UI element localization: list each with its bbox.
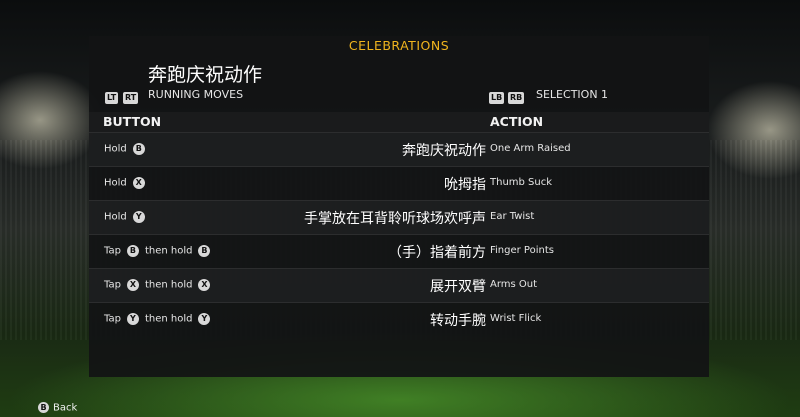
x-button-icon: X: [126, 279, 139, 291]
b-button-icon: B: [198, 245, 211, 257]
then-hold-text: then hold: [144, 279, 193, 291]
subtitle-caption: 奔跑庆祝动作: [148, 64, 263, 86]
action-name: Ear Twist: [490, 211, 535, 222]
then-hold-text: then hold: [144, 313, 193, 325]
button-combo: Hold B: [104, 143, 151, 155]
celebration-row[interactable]: Tap Ythen hold Y 转动手腕 Wrist Flick: [89, 302, 709, 336]
verb-text: Hold: [104, 177, 127, 189]
selector-bar: LT RT RUNNING MOVES LB RB SELECTION 1: [89, 88, 709, 118]
action-name: Wrist Flick: [490, 313, 542, 324]
action-name: Finger Points: [490, 245, 554, 256]
chinese-caption: 手掌放在耳背聆听球场欢呼声: [304, 211, 486, 227]
y-button-icon: Y: [198, 313, 211, 325]
rb-button-icon[interactable]: RB: [508, 92, 525, 104]
b-button-icon: B: [38, 402, 49, 413]
lb-button-icon[interactable]: LB: [489, 92, 505, 104]
verb-text: Tap: [104, 279, 121, 291]
button-combo: Hold Y: [104, 211, 151, 223]
lt-button-icon[interactable]: LT: [105, 92, 119, 104]
celebration-row[interactable]: Hold Y 手掌放在耳背聆听球场欢呼声 Ear Twist: [89, 200, 709, 234]
b-button-icon: B: [126, 245, 139, 257]
verb-text: Hold: [104, 143, 127, 155]
celebration-row[interactable]: Tap Xthen hold X 展开双臂 Arms Out: [89, 268, 709, 302]
chinese-caption: （手）指着前方: [388, 245, 486, 261]
button-column-header: BUTTON: [103, 114, 162, 129]
y-button-icon: Y: [126, 313, 139, 325]
category-selector-label[interactable]: RUNNING MOVES: [148, 88, 243, 101]
then-hold-text: then hold: [144, 245, 193, 257]
button-combo: Tap Bthen hold B: [104, 245, 216, 257]
panel-title: CELEBRATIONS: [348, 38, 450, 53]
celebration-row[interactable]: Tap Bthen hold B （手）指着前方 Finger Points: [89, 234, 709, 268]
selection-selector-label[interactable]: SELECTION 1: [536, 88, 608, 101]
chinese-caption: 吮拇指: [444, 177, 486, 193]
verb-text: Tap: [104, 245, 121, 257]
x-button-icon: X: [198, 279, 211, 291]
verb-text: Tap: [104, 313, 121, 325]
celebration-row[interactable]: Hold X 吮拇指 Thumb Suck: [89, 166, 709, 200]
chinese-caption: 转动手腕: [430, 313, 486, 329]
back-button[interactable]: B Back: [38, 402, 77, 414]
y-button-icon: Y: [132, 211, 145, 223]
x-button-icon: X: [132, 177, 145, 189]
button-combo: Tap Ythen hold Y: [104, 313, 216, 325]
back-label: Back: [53, 402, 78, 414]
celebration-row[interactable]: Hold B 奔跑庆祝动作 One Arm Raised: [89, 132, 709, 166]
action-name: One Arm Raised: [490, 143, 571, 154]
button-combo: Hold X: [104, 177, 151, 189]
table-header: BUTTON ACTION: [89, 112, 709, 132]
verb-text: Hold: [104, 211, 127, 223]
action-name: Arms Out: [490, 279, 538, 290]
action-name: Thumb Suck: [490, 177, 553, 188]
action-column-header: ACTION: [490, 114, 544, 129]
chinese-caption: 展开双臂: [430, 279, 486, 295]
button-combo: Tap Xthen hold X: [104, 279, 216, 291]
chinese-caption: 奔跑庆祝动作: [402, 143, 486, 159]
celebrations-panel: CELEBRATIONS 奔跑庆祝动作 LT RT RUNNING MOVES …: [89, 36, 709, 377]
rt-button-icon[interactable]: RT: [123, 92, 139, 104]
celebration-list: Hold B 奔跑庆祝动作 One Arm Raised Hold X 吮拇指 Th…: [89, 132, 709, 342]
b-button-icon: B: [132, 143, 145, 155]
